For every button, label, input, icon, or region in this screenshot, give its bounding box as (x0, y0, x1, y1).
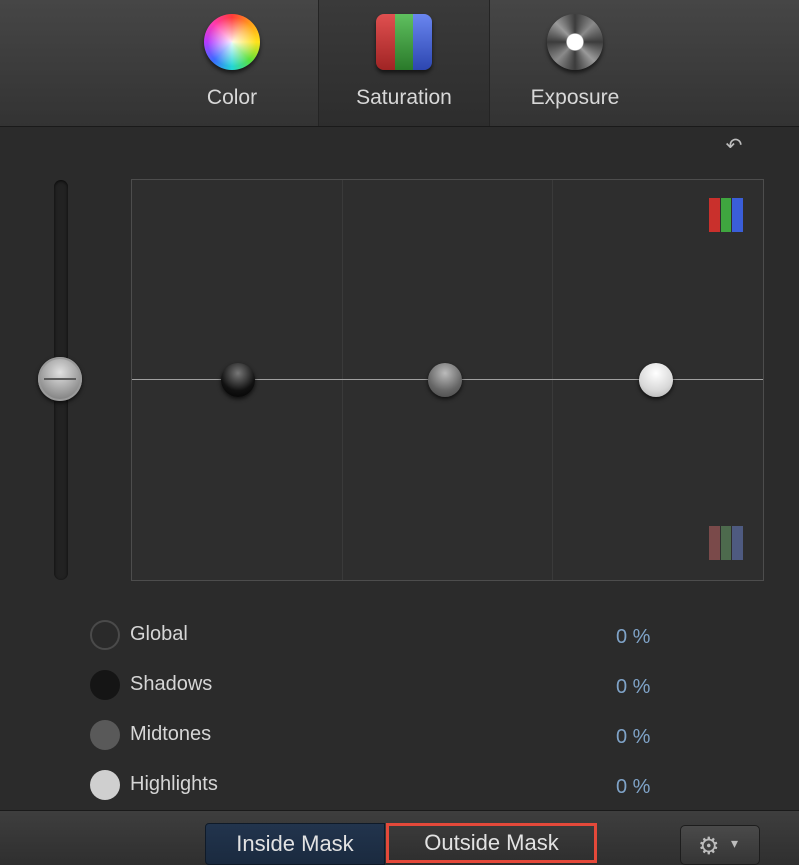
tab-exposure-label: Exposure (530, 86, 620, 109)
settings-menu-button[interactable]: ⚙ ▾ (680, 825, 760, 865)
bottom-bar: Inside Mask Outside Mask ⚙ ▾ (0, 810, 799, 865)
param-value[interactable]: 0 % (616, 726, 650, 749)
param-name: Global (130, 623, 188, 645)
tab-saturation[interactable]: Saturation (318, 0, 490, 126)
param-name: Shadows (130, 673, 213, 695)
param-name: Highlights (130, 773, 218, 795)
midtones-puck[interactable] (428, 363, 462, 397)
color-wheel-icon (204, 14, 260, 70)
param-row-midtones: Midtones 0 % (90, 716, 690, 756)
gear-icon: ⚙ (698, 833, 720, 860)
shadows-indicator-icon (90, 670, 120, 700)
reset-icon[interactable]: ↶ (722, 134, 746, 158)
board-divider (342, 180, 343, 580)
param-row-global: Global 0 % (90, 616, 690, 656)
global-slider-knob[interactable] (38, 357, 82, 401)
exposure-wheel-icon (547, 14, 603, 70)
chevron-down-icon: ▾ (731, 835, 739, 851)
board-divider (552, 180, 553, 580)
tab-exposure[interactable]: Exposure (490, 0, 660, 126)
outside-mask-button[interactable]: Outside Mask (386, 823, 597, 863)
tab-color-label: Color (206, 86, 258, 109)
saturation-bars-icon (376, 14, 432, 70)
global-indicator-icon (90, 620, 120, 650)
rgb-min-icon (709, 526, 744, 560)
highlights-puck[interactable] (639, 363, 673, 397)
param-row-shadows: Shadows 0 % (90, 666, 690, 706)
rgb-max-icon (709, 198, 744, 232)
midtones-indicator-icon (90, 720, 120, 750)
tab-bar: Color Saturation Exposure (0, 0, 799, 127)
param-name: Midtones (130, 723, 212, 745)
param-value[interactable]: 0 % (616, 676, 650, 699)
saturation-board (131, 179, 764, 581)
shadows-puck[interactable] (221, 363, 255, 397)
param-row-highlights: Highlights 0 % (90, 766, 690, 806)
inside-mask-button[interactable]: Inside Mask (205, 823, 385, 865)
param-value[interactable]: 0 % (616, 626, 650, 649)
highlights-indicator-icon (90, 770, 120, 800)
param-value[interactable]: 0 % (616, 776, 650, 799)
tab-saturation-label: Saturation (356, 86, 452, 109)
tab-color[interactable]: Color (147, 0, 317, 126)
